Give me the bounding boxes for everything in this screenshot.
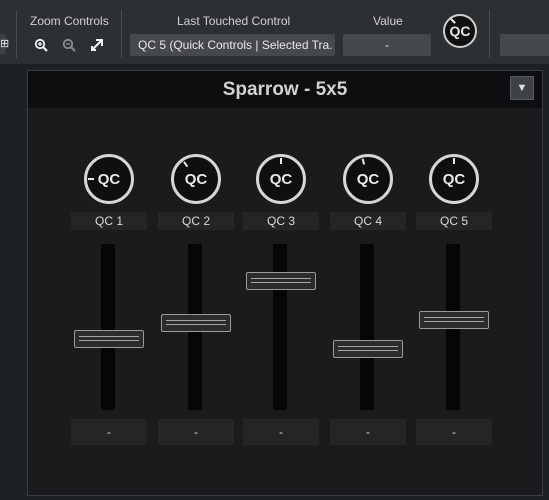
qc-strip: QC QC 3 -	[241, 108, 321, 494]
knob-pointer	[88, 178, 94, 180]
panel-body: QC QC 1 - QC QC 2 - QC QC 3 - QC QC 4 - QC QC 5 -	[28, 108, 542, 495]
right-field[interactable]	[500, 34, 549, 56]
value-field[interactable]: -	[343, 34, 431, 56]
qc-knob[interactable]: QC	[171, 154, 221, 204]
grid-icon: ⊞	[0, 38, 10, 50]
fader-track[interactable]	[360, 244, 374, 410]
quick-controls-button[interactable]: QC	[443, 14, 477, 48]
value-label: Value	[373, 14, 403, 28]
fader-handle[interactable]	[74, 329, 144, 348]
panel-title: Sparrow - 5x5	[222, 79, 348, 100]
zoom-controls-label: Zoom Controls	[30, 14, 109, 28]
toolbar-separator	[489, 10, 490, 58]
quick-controls-panel: Sparrow - 5x5 ▼ QC QC 1- QC QC 2- QC QC 3- QC Q…	[27, 70, 543, 496]
qc-name-label: QC 4	[330, 212, 406, 230]
fader-handle[interactable]	[161, 313, 231, 332]
knob-pointer	[361, 158, 366, 165]
qc-name-label: QC 5	[416, 212, 492, 230]
qc-strip: QC QC 4 -	[328, 108, 408, 494]
toolbar-separator	[121, 10, 122, 58]
qc-strip: QC QC 1 -	[69, 108, 149, 494]
fader-handle[interactable]	[419, 310, 489, 329]
qc-value-field[interactable]: -	[158, 419, 234, 445]
zoom-in-button[interactable]	[30, 34, 52, 56]
knob-label: QC	[269, 170, 293, 188]
expand-icon	[91, 39, 103, 51]
knob-pointer	[183, 161, 189, 168]
qc-strip: QC QC 5 -	[414, 108, 494, 494]
knob-label: QC	[97, 170, 121, 188]
qc-knob[interactable]: QC	[84, 154, 134, 204]
zoom-out-button[interactable]	[58, 34, 80, 56]
knob-label: QC	[442, 170, 466, 188]
knob-pointer	[453, 158, 455, 164]
fader-handle[interactable]	[333, 340, 403, 359]
edge-button[interactable]: ⊞	[0, 34, 10, 54]
fader-track[interactable]	[101, 244, 115, 410]
qc-name-label: QC 3	[243, 212, 319, 230]
panel-menu-button[interactable]: ▼	[510, 76, 534, 100]
qc-button-label: QC	[449, 23, 471, 39]
toolbar-separator	[16, 10, 17, 58]
fader-handle[interactable]	[246, 272, 316, 291]
knob-label: QC	[356, 170, 380, 188]
qc-value-field[interactable]: -	[416, 419, 492, 445]
knob-pointer	[280, 158, 282, 164]
qc-value-field[interactable]: -	[71, 419, 147, 445]
qc-name-label: QC 2	[158, 212, 234, 230]
qc-strip: QC QC 2 -	[156, 108, 236, 494]
knob-label: QC	[184, 170, 208, 188]
panel-header: Sparrow - 5x5 ▼	[28, 71, 542, 108]
zoom-fit-button[interactable]	[86, 34, 108, 56]
last-touched-field[interactable]: QC 5 (Quick Controls | Selected Tra.	[130, 34, 335, 56]
qc-knob[interactable]: QC	[429, 154, 479, 204]
fader-track[interactable]	[273, 244, 287, 410]
qc-value-field[interactable]: -	[243, 419, 319, 445]
qc-name-label: QC 1	[71, 212, 147, 230]
toolbar: ⊞ Zoom Controls Last Touched Control QC …	[0, 0, 549, 64]
zoom-in-icon	[34, 38, 48, 52]
qc-knob[interactable]: QC	[343, 154, 393, 204]
qc-knob[interactable]: QC	[256, 154, 306, 204]
last-touched-label: Last Touched Control	[177, 14, 291, 28]
dropdown-arrow-icon: ▼	[516, 82, 528, 94]
qc-value-field[interactable]: -	[330, 419, 406, 445]
zoom-out-icon	[62, 38, 76, 52]
